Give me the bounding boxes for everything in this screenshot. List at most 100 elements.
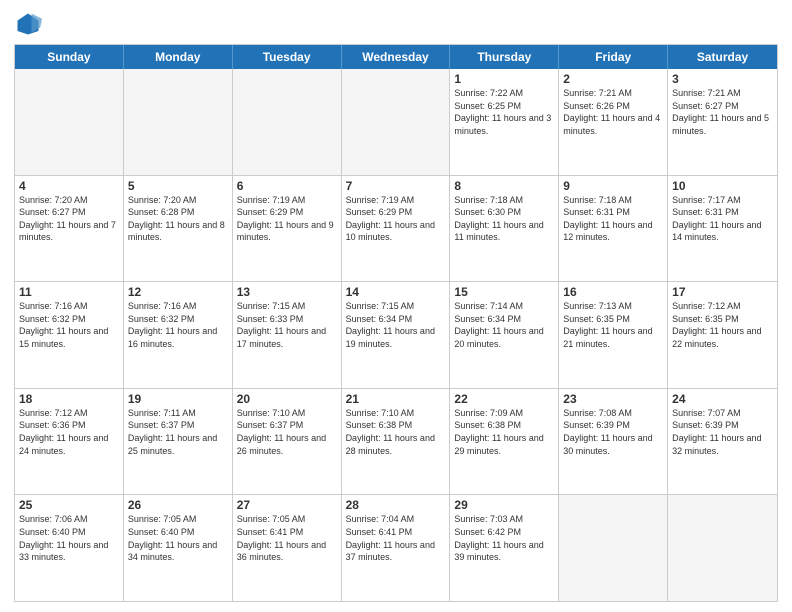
day-number: 12: [128, 285, 228, 299]
calendar-week-3: 11 Sunrise: 7:16 AM Sunset: 6:32 PM Dayli…: [15, 282, 777, 389]
calendar-cell: 14Sunrise: 7:15 AM Sunset: 6:34 PM Dayli…: [342, 282, 451, 388]
header-day-monday: Monday: [124, 45, 233, 69]
calendar-cell: 28Sunrise: 7:04 AM Sunset: 6:41 PM Dayli…: [342, 495, 451, 601]
calendar-body: 1Sunrise: 7:22 AM Sunset: 6:25 PM Daylig…: [15, 69, 777, 601]
calendar: SundayMondayTuesdayWednesdayThursdayFrid…: [14, 44, 778, 602]
calendar-cell: 8Sunrise: 7:18 AM Sunset: 6:30 PM Daylig…: [450, 176, 559, 282]
calendar-cell: 7Sunrise: 7:19 AM Sunset: 6:29 PM Daylig…: [342, 176, 451, 282]
day-info: Sunrise: 7:19 AM Sunset: 6:29 PM Dayligh…: [346, 194, 446, 244]
page: SundayMondayTuesdayWednesdayThursdayFrid…: [0, 0, 792, 612]
day-info: Sunrise: 7:05 AM Sunset: 6:41 PM Dayligh…: [237, 513, 337, 563]
calendar-cell: 15Sunrise: 7:14 AM Sunset: 6:34 PM Dayli…: [450, 282, 559, 388]
day-info: Sunrise: 7:22 AM Sunset: 6:25 PM Dayligh…: [454, 87, 554, 137]
calendar-cell: 10Sunrise: 7:17 AM Sunset: 6:31 PM Dayli…: [668, 176, 777, 282]
calendar-cell: 20Sunrise: 7:10 AM Sunset: 6:37 PM Dayli…: [233, 389, 342, 495]
day-info: Sunrise: 7:20 AM Sunset: 6:27 PM Dayligh…: [19, 194, 119, 244]
day-info: Sunrise: 7:15 AM Sunset: 6:34 PM Dayligh…: [346, 300, 446, 350]
day-info: Sunrise: 7:15 AM Sunset: 6:33 PM Dayligh…: [237, 300, 337, 350]
calendar-cell: [668, 495, 777, 601]
calendar-cell: 17Sunrise: 7:12 AM Sunset: 6:35 PM Dayli…: [668, 282, 777, 388]
day-number: 4: [19, 179, 119, 193]
calendar-cell: 25Sunrise: 7:06 AM Sunset: 6:40 PM Dayli…: [15, 495, 124, 601]
header-day-sunday: Sunday: [15, 45, 124, 69]
calendar-cell: [15, 69, 124, 175]
calendar-cell: 23Sunrise: 7:08 AM Sunset: 6:39 PM Dayli…: [559, 389, 668, 495]
day-number: 10: [672, 179, 773, 193]
day-number: 21: [346, 392, 446, 406]
calendar-week-4: 18Sunrise: 7:12 AM Sunset: 6:36 PM Dayli…: [15, 389, 777, 496]
calendar-cell: [124, 69, 233, 175]
calendar-cell: 29Sunrise: 7:03 AM Sunset: 6:42 PM Dayli…: [450, 495, 559, 601]
day-number: 24: [672, 392, 773, 406]
day-info: Sunrise: 7:08 AM Sunset: 6:39 PM Dayligh…: [563, 407, 663, 457]
day-number: 22: [454, 392, 554, 406]
calendar-cell: 9Sunrise: 7:18 AM Sunset: 6:31 PM Daylig…: [559, 176, 668, 282]
calendar-cell: 21Sunrise: 7:10 AM Sunset: 6:38 PM Dayli…: [342, 389, 451, 495]
header-day-wednesday: Wednesday: [342, 45, 451, 69]
day-info: Sunrise: 7:12 AM Sunset: 6:36 PM Dayligh…: [19, 407, 119, 457]
logo-icon: [14, 10, 42, 38]
day-info: Sunrise: 7:14 AM Sunset: 6:34 PM Dayligh…: [454, 300, 554, 350]
day-number: 3: [672, 72, 773, 86]
calendar-cell: 22Sunrise: 7:09 AM Sunset: 6:38 PM Dayli…: [450, 389, 559, 495]
day-number: 9: [563, 179, 663, 193]
day-info: Sunrise: 7:13 AM Sunset: 6:35 PM Dayligh…: [563, 300, 663, 350]
day-number: 27: [237, 498, 337, 512]
day-number: 14: [346, 285, 446, 299]
day-number: 16: [563, 285, 663, 299]
calendar-cell: 2Sunrise: 7:21 AM Sunset: 6:26 PM Daylig…: [559, 69, 668, 175]
day-info: Sunrise: 7:03 AM Sunset: 6:42 PM Dayligh…: [454, 513, 554, 563]
calendar-cell: 6Sunrise: 7:19 AM Sunset: 6:29 PM Daylig…: [233, 176, 342, 282]
header-day-tuesday: Tuesday: [233, 45, 342, 69]
calendar-cell: 1Sunrise: 7:22 AM Sunset: 6:25 PM Daylig…: [450, 69, 559, 175]
calendar-cell: 11Sunrise: 7:16 AM Sunset: 6:32 PM Dayli…: [15, 282, 124, 388]
day-number: 23: [563, 392, 663, 406]
day-number: 19: [128, 392, 228, 406]
day-number: 20: [237, 392, 337, 406]
day-info: Sunrise: 7:12 AM Sunset: 6:35 PM Dayligh…: [672, 300, 773, 350]
day-info: Sunrise: 7:04 AM Sunset: 6:41 PM Dayligh…: [346, 513, 446, 563]
calendar-cell: 18Sunrise: 7:12 AM Sunset: 6:36 PM Dayli…: [15, 389, 124, 495]
day-info: Sunrise: 7:16 AM Sunset: 6:32 PM Dayligh…: [128, 300, 228, 350]
day-number: 2: [563, 72, 663, 86]
calendar-cell: [559, 495, 668, 601]
calendar-cell: 24Sunrise: 7:07 AM Sunset: 6:39 PM Dayli…: [668, 389, 777, 495]
day-info: Sunrise: 7:05 AM Sunset: 6:40 PM Dayligh…: [128, 513, 228, 563]
day-number: 28: [346, 498, 446, 512]
day-number: 1: [454, 72, 554, 86]
day-info: Sunrise: 7:10 AM Sunset: 6:37 PM Dayligh…: [237, 407, 337, 457]
day-info: Sunrise: 7:18 AM Sunset: 6:30 PM Dayligh…: [454, 194, 554, 244]
calendar-cell: 3Sunrise: 7:21 AM Sunset: 6:27 PM Daylig…: [668, 69, 777, 175]
day-info: Sunrise: 7:21 AM Sunset: 6:26 PM Dayligh…: [563, 87, 663, 137]
calendar-cell: 19Sunrise: 7:11 AM Sunset: 6:37 PM Dayli…: [124, 389, 233, 495]
header-day-saturday: Saturday: [668, 45, 777, 69]
day-info: Sunrise: 7:11 AM Sunset: 6:37 PM Dayligh…: [128, 407, 228, 457]
calendar-cell: [233, 69, 342, 175]
day-info: Sunrise: 7:17 AM Sunset: 6:31 PM Dayligh…: [672, 194, 773, 244]
calendar-week-1: 1Sunrise: 7:22 AM Sunset: 6:25 PM Daylig…: [15, 69, 777, 176]
calendar-cell: 27Sunrise: 7:05 AM Sunset: 6:41 PM Dayli…: [233, 495, 342, 601]
header-day-friday: Friday: [559, 45, 668, 69]
day-number: 7: [346, 179, 446, 193]
day-info: Sunrise: 7:21 AM Sunset: 6:27 PM Dayligh…: [672, 87, 773, 137]
day-number: 25: [19, 498, 119, 512]
day-info: Sunrise: 7:19 AM Sunset: 6:29 PM Dayligh…: [237, 194, 337, 244]
calendar-cell: 4Sunrise: 7:20 AM Sunset: 6:27 PM Daylig…: [15, 176, 124, 282]
day-info: Sunrise: 7:07 AM Sunset: 6:39 PM Dayligh…: [672, 407, 773, 457]
day-number: 11: [19, 285, 119, 299]
day-number: 6: [237, 179, 337, 193]
day-number: 5: [128, 179, 228, 193]
day-info: Sunrise: 7:18 AM Sunset: 6:31 PM Dayligh…: [563, 194, 663, 244]
calendar-cell: 12Sunrise: 7:16 AM Sunset: 6:32 PM Dayli…: [124, 282, 233, 388]
calendar-week-5: 25Sunrise: 7:06 AM Sunset: 6:40 PM Dayli…: [15, 495, 777, 601]
day-number: 8: [454, 179, 554, 193]
day-number: 15: [454, 285, 554, 299]
day-number: 26: [128, 498, 228, 512]
logo: [14, 10, 46, 38]
calendar-week-2: 4Sunrise: 7:20 AM Sunset: 6:27 PM Daylig…: [15, 176, 777, 283]
day-number: 13: [237, 285, 337, 299]
day-number: 29: [454, 498, 554, 512]
calendar-header-row: SundayMondayTuesdayWednesdayThursdayFrid…: [15, 45, 777, 69]
day-number: 17: [672, 285, 773, 299]
day-info: Sunrise: 7:06 AM Sunset: 6:40 PM Dayligh…: [19, 513, 119, 563]
